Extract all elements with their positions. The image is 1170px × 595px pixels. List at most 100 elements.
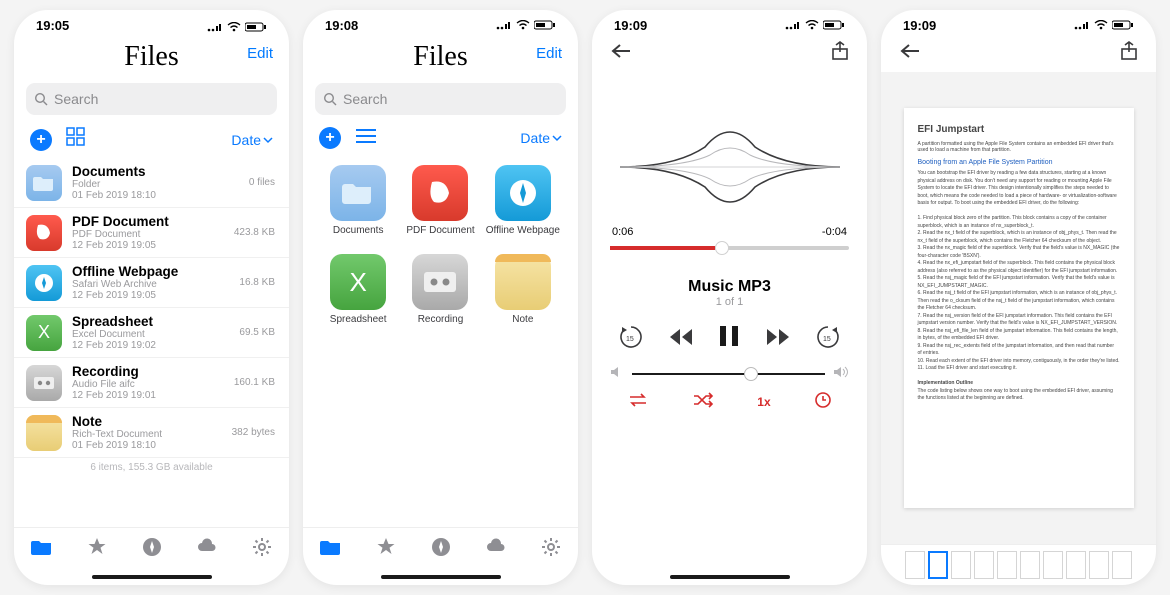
waveform <box>592 72 867 222</box>
status-bar: 19:09 <box>592 10 867 35</box>
home-indicator[interactable] <box>381 575 501 579</box>
share-button[interactable] <box>831 41 849 66</box>
speed-button[interactable]: 1x <box>757 395 770 409</box>
edit-button[interactable]: Edit <box>536 45 562 62</box>
cellular-icon <box>1074 18 1090 33</box>
rewind-15-button[interactable]: 15 <box>618 324 644 355</box>
doc-title: EFI Jumpstart <box>918 124 1120 135</box>
elapsed-time: 0:06 <box>612 226 633 238</box>
list-item[interactable]: Note Rich-Text Document 01 Feb 2019 18:1… <box>14 408 289 458</box>
wifi-icon <box>516 18 530 33</box>
sleep-timer-button[interactable] <box>814 391 832 412</box>
page-thumb[interactable] <box>1043 551 1063 579</box>
tab-bar <box>14 527 289 571</box>
volume-low-icon <box>610 365 624 383</box>
repeat-button[interactable] <box>627 392 649 411</box>
tab-files[interactable] <box>319 535 343 564</box>
battery-icon <box>823 18 845 33</box>
svg-text:15: 15 <box>626 336 634 343</box>
search-input[interactable]: Search <box>315 83 566 115</box>
grid-item[interactable]: Recording <box>403 254 477 325</box>
next-button[interactable] <box>765 326 791 354</box>
list-item[interactable]: X Spreadsheet Excel Document 12 Feb 2019… <box>14 308 289 358</box>
screen-player: 19:09 0:06 -0:04 Music MP3 1 of 1 15 15 <box>592 10 867 585</box>
sort-button[interactable]: Date <box>231 132 273 148</box>
back-button[interactable] <box>899 43 921 64</box>
battery-icon <box>245 18 267 33</box>
previous-button[interactable] <box>668 326 694 354</box>
progress-slider[interactable] <box>610 246 849 250</box>
grid-item[interactable]: Offline Webpage <box>486 165 560 236</box>
cassette-icon <box>412 254 468 310</box>
volume-slider[interactable] <box>632 373 825 375</box>
tab-favorites[interactable] <box>374 535 398 564</box>
tab-files[interactable] <box>30 535 54 564</box>
shuffle-button[interactable] <box>692 392 714 411</box>
spreadsheet-icon: X <box>26 315 62 351</box>
app-title: Files <box>124 41 178 73</box>
compass-icon <box>26 265 62 301</box>
spreadsheet-icon: X <box>330 254 386 310</box>
page-thumb[interactable] <box>928 551 948 579</box>
list-item[interactable]: PDF Document PDF Document 12 Feb 2019 19… <box>14 208 289 258</box>
chevron-down-icon <box>552 133 562 143</box>
share-button[interactable] <box>1120 41 1138 66</box>
clock: 19:09 <box>903 18 936 33</box>
status-icons <box>1074 18 1134 33</box>
tab-browse[interactable] <box>429 535 453 564</box>
grid-item[interactable]: XSpreadsheet <box>321 254 395 325</box>
tab-cloud[interactable] <box>195 535 219 564</box>
list-item[interactable]: Offline Webpage Safari Web Archive 12 Fe… <box>14 258 289 308</box>
summary: 6 items, 155.3 GB available <box>14 458 289 479</box>
page-thumb[interactable] <box>1066 551 1086 579</box>
list-item[interactable]: Recording Audio File aifc 12 Feb 2019 19… <box>14 358 289 408</box>
page-thumb[interactable] <box>974 551 994 579</box>
doc-page: EFI Jumpstart A partition formatted usin… <box>904 108 1134 508</box>
home-indicator[interactable] <box>92 575 212 579</box>
tab-favorites[interactable] <box>85 535 109 564</box>
note-icon <box>495 254 551 310</box>
grid-item[interactable]: Note <box>486 254 560 325</box>
wifi-icon <box>1094 18 1108 33</box>
search-input[interactable]: Search <box>26 83 277 115</box>
battery-icon <box>1112 18 1134 33</box>
status-bar: 19:05 <box>14 10 289 35</box>
grid-view-button[interactable] <box>66 127 86 152</box>
tab-settings[interactable] <box>539 535 563 564</box>
compass-icon <box>495 165 551 221</box>
list-item[interactable]: Documents Folder 01 Feb 2019 18:10 0 fil… <box>14 158 289 208</box>
page-thumb[interactable] <box>905 551 925 579</box>
edit-button[interactable]: Edit <box>247 45 273 62</box>
note-icon <box>26 415 62 451</box>
doc-heading: Booting from an Apple File System Partit… <box>918 159 1120 166</box>
add-button[interactable]: + <box>30 129 52 151</box>
file-list: Documents Folder 01 Feb 2019 18:10 0 fil… <box>14 158 289 527</box>
pause-button[interactable] <box>718 324 740 355</box>
folder-icon <box>330 165 386 221</box>
clock: 19:08 <box>325 18 358 33</box>
back-button[interactable] <box>610 43 632 64</box>
page-thumb[interactable] <box>1112 551 1132 579</box>
forward-15-button[interactable]: 15 <box>815 324 841 355</box>
page-thumb[interactable] <box>951 551 971 579</box>
home-indicator[interactable] <box>670 575 790 579</box>
page-thumb[interactable] <box>997 551 1017 579</box>
list-view-button[interactable] <box>355 128 377 149</box>
cellular-icon <box>496 18 512 33</box>
pdf-icon <box>26 215 62 251</box>
volume-high-icon <box>833 365 849 383</box>
sort-button[interactable]: Date <box>520 130 562 146</box>
cassette-icon <box>26 365 62 401</box>
tab-browse[interactable] <box>140 535 164 564</box>
file-grid: Documents PDF Document Offline Webpage X… <box>303 155 578 335</box>
tab-cloud[interactable] <box>484 535 508 564</box>
grid-item[interactable]: Documents <box>321 165 395 236</box>
page-thumb[interactable] <box>1020 551 1040 579</box>
add-button[interactable]: + <box>319 127 341 149</box>
doc-view[interactable]: EFI Jumpstart A partition formatted usin… <box>881 72 1156 544</box>
grid-item[interactable]: PDF Document <box>403 165 477 236</box>
status-icons <box>207 18 267 33</box>
page-thumb[interactable] <box>1089 551 1109 579</box>
tab-settings[interactable] <box>250 535 274 564</box>
search-icon <box>34 92 48 106</box>
